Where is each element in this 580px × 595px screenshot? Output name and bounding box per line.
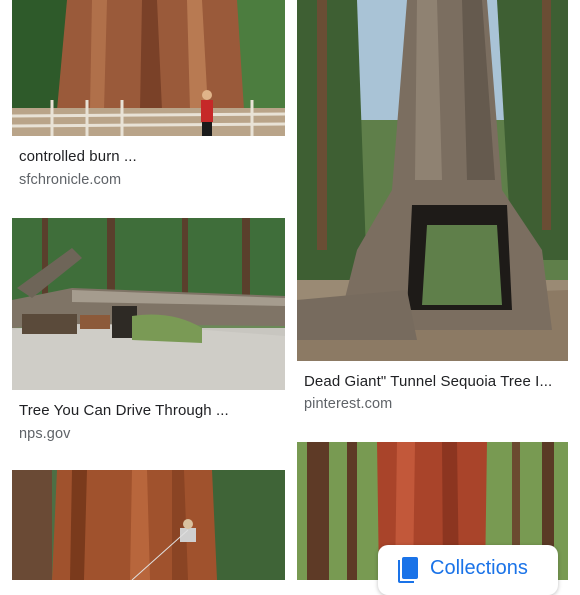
- collections-button[interactable]: Collections: [378, 545, 558, 595]
- result-image-1[interactable]: [12, 0, 285, 136]
- result-image-3[interactable]: [297, 0, 568, 361]
- collections-label: Collections: [430, 557, 528, 579]
- result-caption-1[interactable]: controlled burn ...: [19, 148, 279, 165]
- result-image-2[interactable]: [12, 218, 285, 390]
- result-image-4[interactable]: [12, 470, 285, 580]
- result-source-1: sfchronicle.com: [19, 172, 122, 188]
- result-source-3: pinterest.com: [304, 396, 393, 412]
- bookmark-icon: [398, 557, 418, 583]
- result-source-2: nps.gov: [19, 426, 71, 442]
- result-caption-2[interactable]: Tree You Can Drive Through ...: [19, 402, 281, 419]
- result-caption-3[interactable]: Dead Giant" Tunnel Sequoia Tree I...: [304, 373, 560, 390]
